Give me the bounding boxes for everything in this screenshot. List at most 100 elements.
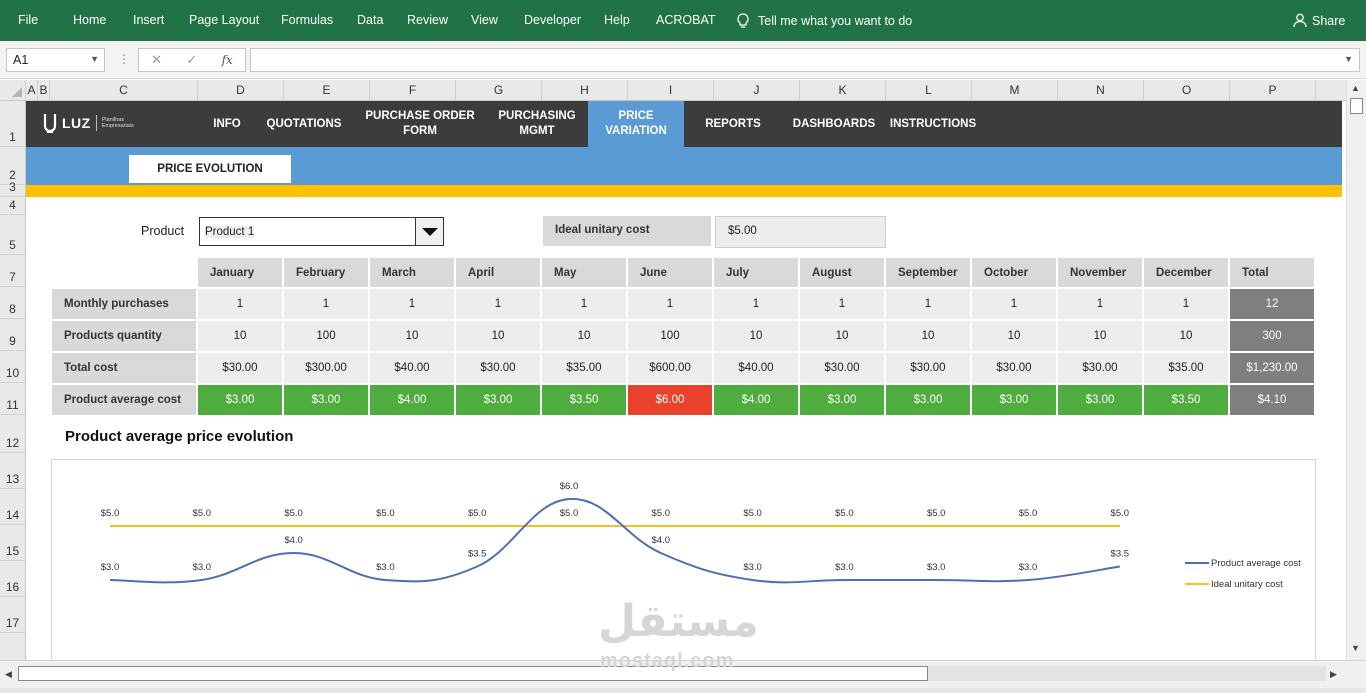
row-header-12[interactable]: 12 [0,415,25,453]
table-cell[interactable]: $40.00 [714,353,798,383]
ideal-cost-value[interactable]: $5.00 [715,216,886,248]
vertical-scroll-thumb[interactable] [1350,98,1363,114]
row-header-8[interactable]: 8 [0,287,25,319]
table-cell[interactable]: 1 [370,289,454,319]
tab-price-evolution[interactable]: PRICE EVOLUTION [129,155,291,183]
nav-purchasing-mgmt[interactable]: PURCHASING MGMT [491,101,583,147]
row-header-1[interactable]: 1 [0,101,25,147]
scroll-left-icon[interactable]: ◀ [5,669,12,680]
table-cell[interactable]: $4.00 [714,385,798,415]
ribbon-tab-acrobat[interactable]: ACROBAT [656,13,716,27]
column-header-G[interactable]: G [456,80,542,100]
ribbon-tab-insert[interactable]: Insert [133,13,164,27]
nav-quotations[interactable]: QUOTATIONS [259,101,349,147]
column-header-H[interactable]: H [542,80,628,100]
column-header-E[interactable]: E [284,80,370,100]
table-cell[interactable]: $30.00 [800,353,884,383]
table-cell[interactable]: 1 [542,289,626,319]
cancel-icon[interactable]: ✕ [151,52,162,68]
table-cell[interactable]: $3.50 [1144,385,1228,415]
check-icon[interactable]: ✓ [186,52,197,68]
vertical-scrollbar[interactable]: ▲ ▼ [1346,80,1366,660]
table-cell[interactable]: $30.00 [886,353,970,383]
table-cell[interactable]: $3.00 [198,385,282,415]
table-cell[interactable]: 100 [628,321,712,351]
nav-instructions[interactable]: INSTRUCTIONS [886,101,980,147]
table-cell[interactable]: $3.00 [886,385,970,415]
table-cell[interactable]: $30.00 [198,353,282,383]
ribbon-tab-view[interactable]: View [471,13,498,27]
table-cell[interactable]: $4.00 [370,385,454,415]
column-header-D[interactable]: D [198,80,284,100]
table-cell[interactable]: 10 [972,321,1056,351]
table-cell[interactable]: 10 [714,321,798,351]
nav-info[interactable]: INFO [186,101,268,147]
table-cell[interactable]: $3.00 [1058,385,1142,415]
horizontal-scroll-thumb[interactable] [18,666,928,681]
row-header-13[interactable]: 13 [0,453,25,489]
total-cell[interactable]: $4.10 [1230,385,1314,415]
table-cell[interactable]: $40.00 [370,353,454,383]
ribbon-tab-help[interactable]: Help [604,13,630,27]
tell-me-search[interactable]: Tell me what you want to do [736,13,912,29]
row-header-17[interactable]: 17 [0,597,25,633]
name-box[interactable]: A1 ▼ [6,48,105,72]
nav-reports[interactable]: REPORTS [696,101,770,147]
table-cell[interactable]: 1 [886,289,970,319]
column-header-A[interactable]: A [26,80,38,100]
ribbon-tab-data[interactable]: Data [357,13,383,27]
ribbon-tab-review[interactable]: Review [407,13,448,27]
table-cell[interactable]: $3.50 [542,385,626,415]
formula-input[interactable]: ▼ [250,48,1360,72]
column-header-J[interactable]: J [714,80,800,100]
total-cell[interactable]: $1,230.00 [1230,353,1314,383]
chevron-down-icon[interactable]: ▼ [90,54,99,64]
table-cell[interactable]: 10 [800,321,884,351]
table-cell[interactable]: 10 [1058,321,1142,351]
share-button[interactable]: Share [1293,13,1345,28]
table-cell[interactable]: 10 [1144,321,1228,351]
total-cell[interactable]: 12 [1230,289,1314,319]
table-cell[interactable]: 10 [370,321,454,351]
ribbon-tab-page-layout[interactable]: Page Layout [189,13,259,27]
table-cell[interactable]: $30.00 [1058,353,1142,383]
table-cell[interactable]: 10 [198,321,282,351]
ribbon-tab-developer[interactable]: Developer [524,13,581,27]
more-icon[interactable]: ⋮ [118,52,130,66]
scroll-up-icon[interactable]: ▲ [1351,83,1360,93]
row-header-5[interactable]: 5 [0,215,25,255]
nav-dashboards[interactable]: DASHBOARDS [786,101,882,147]
row-header-9[interactable]: 9 [0,319,25,351]
table-cell[interactable]: 1 [714,289,798,319]
column-header-B[interactable]: B [38,80,50,100]
row-header-16[interactable]: 16 [0,561,25,597]
table-cell[interactable]: $30.00 [972,353,1056,383]
horizontal-scroll-track[interactable] [928,666,1326,681]
table-cell[interactable]: 1 [456,289,540,319]
function-icon[interactable]: fx [222,53,233,67]
ribbon-tab-file[interactable]: File [18,13,38,27]
row-header-7[interactable]: 7 [0,255,25,287]
ribbon-tab-formulas[interactable]: Formulas [281,13,333,27]
column-header-O[interactable]: O [1144,80,1230,100]
nav-price-variation[interactable]: PRICE VARIATION [588,101,684,147]
table-cell[interactable]: 1 [800,289,884,319]
column-header-F[interactable]: F [370,80,456,100]
table-cell[interactable]: $35.00 [1144,353,1228,383]
row-header-15[interactable]: 15 [0,525,25,561]
row-header-3[interactable]: 3 [0,180,25,197]
table-cell[interactable]: $300.00 [284,353,368,383]
column-header-N[interactable]: N [1058,80,1144,100]
table-cell[interactable]: 10 [542,321,626,351]
row-header-14[interactable]: 14 [0,489,25,525]
table-cell[interactable]: $35.00 [542,353,626,383]
table-cell[interactable]: 1 [1058,289,1142,319]
table-cell[interactable]: 1 [972,289,1056,319]
row-header-11[interactable]: 11 [0,383,25,415]
table-cell[interactable]: $3.00 [284,385,368,415]
table-cell[interactable]: 10 [456,321,540,351]
total-cell[interactable]: 300 [1230,321,1314,351]
product-select[interactable]: Product 1 [199,217,444,246]
row-header-4[interactable]: 4 [0,197,25,215]
row-header-10[interactable]: 10 [0,351,25,383]
